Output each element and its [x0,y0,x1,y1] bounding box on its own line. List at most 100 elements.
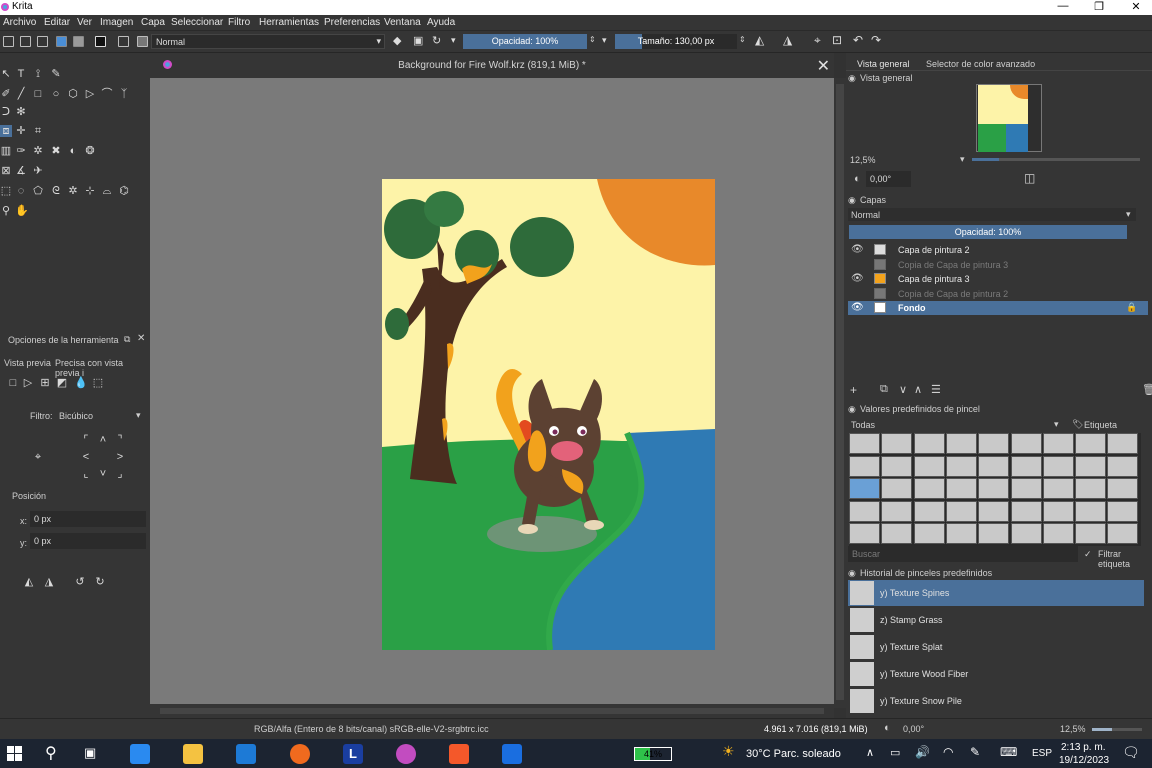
anchor-bottom-left-icon[interactable]: ⌞ [80,468,92,480]
brush-preset-cell[interactable] [1107,523,1139,544]
chevron-down-icon[interactable]: ▾ [602,35,613,46]
keyboard-icon[interactable]: ⌨ [1000,745,1017,759]
assistant-tool-icon[interactable]: ⊠ [0,165,12,177]
brush-preset-cell[interactable] [978,523,1010,544]
mirror-horizontal-icon[interactable]: ◭ [755,33,766,47]
layer-properties-icon[interactable]: ☰ [931,383,941,396]
new-document-icon[interactable] [3,36,14,47]
brush-preset-cell[interactable] [1010,433,1042,454]
fill-tool-icon[interactable]: ◐ [67,145,79,157]
pen-icon[interactable]: ✎ [970,745,980,759]
menu-seleccionar[interactable]: Seleccionar [171,17,223,28]
brush-preset-cell[interactable] [1107,500,1139,522]
mirror-vertical-icon[interactable]: ◮ [783,33,794,47]
brush-preset-cell[interactable] [1010,523,1042,544]
menu-filtro[interactable]: Filtro [228,17,250,28]
task-view-icon[interactable]: ▣ [84,745,96,761]
volume-icon[interactable]: 🔊 [915,745,930,759]
y-position-field[interactable]: 0 px [30,533,146,549]
status-zoom[interactable]: 12,5% [1060,724,1086,734]
mail-icon[interactable] [236,744,256,764]
windows-start-icon[interactable] [7,746,22,761]
contiguous-selection-tool-icon[interactable]: ✲ [67,185,79,197]
krita-taskbar-icon[interactable] [396,744,416,764]
anchor-top-icon[interactable]: ˄ [97,434,109,446]
smart-patch-tool-icon[interactable]: ✖ [50,145,62,157]
history-item[interactable]: z) Stamp Grass [848,607,1144,633]
filter-tag-checkbox[interactable]: ✓ [1084,549,1092,560]
brave-icon[interactable] [449,744,469,764]
overview-rotation-field[interactable]: 0,00° [866,171,911,187]
restore-button[interactable]: ❐ [1089,0,1109,13]
tab-selector-color-avanzado[interactable]: Selector de color avanzado [926,59,1035,69]
clock-date[interactable]: 19/12/2023 [1059,755,1109,766]
clock-time[interactable]: 2:13 p. m. [1061,742,1105,753]
brush-preset-cell[interactable] [1107,455,1139,477]
anchor-top-right-icon[interactable]: ⌝ [114,434,126,446]
app-l-icon[interactable]: L [343,744,363,764]
liquify-transform-icon[interactable]: 💧 [74,377,88,389]
opacity-slider[interactable]: Opacidad: 100% [463,34,587,49]
brush-preset-cell[interactable] [1010,455,1042,477]
brush-preset-cell[interactable] [978,478,1010,499]
eye-icon[interactable]: 👁 [851,273,864,284]
reload-preset-icon[interactable]: ↻ [432,34,443,47]
ellipse-tool-icon[interactable]: ○ [50,88,62,100]
weather-text[interactable]: 30°C Parc. soleado [746,748,841,760]
file-explorer-icon[interactable] [183,744,203,764]
image-dimensions-label[interactable]: 4.961 x 7.016 (819,1 MiB) [764,724,868,734]
rotate-icon[interactable]: ◐ [854,173,861,185]
eye-icon[interactable]: 👁 [851,244,864,255]
brush-preset-cell[interactable] [1075,523,1107,544]
overview-zoom-select[interactable]: 12,5% ▾ [848,153,966,165]
mesh-transform-icon[interactable]: ⬚ [92,377,104,389]
elliptical-selection-tool-icon[interactable]: ◌ [15,185,27,197]
menu-ayuda[interactable]: Ayuda [427,17,455,28]
chevron-down-icon[interactable]: ◉ [848,195,856,206]
filter-select[interactable]: Bicúbico ▾ [55,407,147,422]
word-icon[interactable] [502,744,522,764]
brush-preset-cell[interactable] [945,523,977,544]
layer-row[interactable]: 👁 Capa de pintura 3 [848,272,1148,286]
minimize-button[interactable]: — [1053,0,1073,12]
add-layer-icon[interactable]: + [850,383,857,397]
menu-archivo[interactable]: Archivo [3,17,36,28]
anchor-bottom-right-icon[interactable]: ⌟ [114,468,126,480]
open-document-icon[interactable] [20,36,31,47]
edit-shapes-tool-icon[interactable]: ⟟ [32,68,44,80]
canvas-horizontal-scrollbar[interactable] [150,704,834,718]
rectangle-tool-icon[interactable]: □ [32,88,44,100]
language-indicator[interactable]: ESP [1032,748,1052,759]
brush-preset-cell[interactable] [1042,500,1074,522]
history-item[interactable]: y) Texture Splat [848,634,1144,660]
menu-ventana[interactable]: Ventana [384,17,421,28]
menu-herramientas[interactable]: Herramientas [259,17,319,28]
blend-mode-select[interactable]: Normal ▾ [151,34,385,49]
chevron-up-icon[interactable]: ∧ [866,746,874,759]
menu-editar[interactable]: Editar [44,17,70,28]
canvas-vertical-scrollbar[interactable] [834,78,846,708]
anchor-top-left-icon[interactable]: ⌜ [80,434,92,446]
wrap-around-icon[interactable]: ⌖ [814,33,825,47]
undo-icon[interactable]: ↶ [853,33,864,47]
zoom-tool-icon[interactable]: ⚲ [0,205,12,217]
battery-indicator[interactable]: 41% [634,747,672,761]
brush-preset-cell[interactable] [1075,500,1107,522]
transform-tool-icon[interactable]: ⧈ [0,125,12,137]
history-item[interactable]: y) Texture Snow Pile [848,688,1144,714]
brush-preset-cell[interactable] [849,433,880,454]
bezier-selection-tool-icon[interactable]: ⌓ [101,185,113,197]
brush-preset-cell[interactable] [945,500,977,522]
pattern-swatch-icon[interactable] [73,36,84,47]
rectangular-selection-tool-icon[interactable]: ⬚ [0,185,12,197]
close-document-icon[interactable]: ✕ [817,56,830,76]
close-window-button[interactable]: ✕ [1126,0,1146,13]
chevron-down-icon[interactable]: ◉ [848,568,856,579]
preserve-alpha-icon[interactable]: ▣ [413,34,424,47]
brush-preset-cell[interactable] [913,455,945,477]
tab-vista-general[interactable]: Vista general [857,59,909,69]
brush-preset-cell[interactable] [945,478,977,499]
layer-row[interactable]: Copia de Capa de pintura 3 [848,258,1148,272]
brush-preset-cell[interactable] [881,478,913,499]
freehand-path-tool-icon[interactable]: ᛉ [118,88,130,100]
